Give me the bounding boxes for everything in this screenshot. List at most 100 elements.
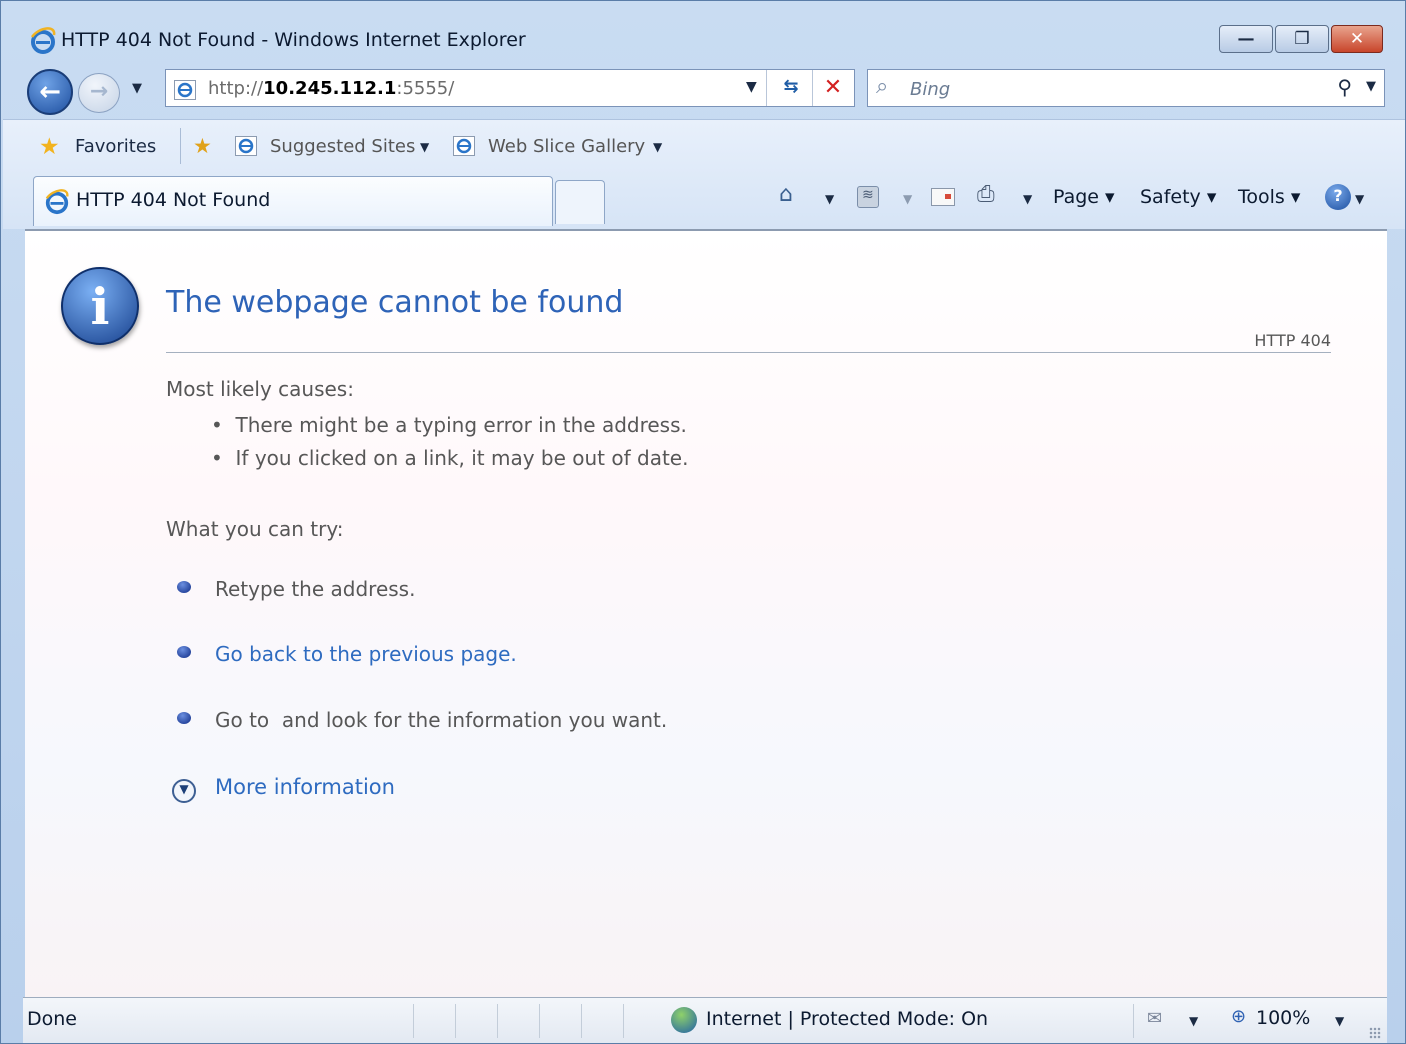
security-zone-text[interactable]: Internet | Protected Mode: On (706, 1008, 988, 1030)
feeds-dropdown[interactable]: ▼ (903, 192, 912, 206)
zone-dropdown[interactable]: ▼ (1189, 1014, 1198, 1028)
page-content: i The webpage cannot be found HTTP 404 M… (25, 229, 1387, 997)
try-item-retype: Retype the address. (215, 577, 416, 601)
status-divider (539, 1004, 540, 1038)
go-back-link[interactable]: Go back to the previous page. (215, 642, 517, 666)
page-menu[interactable]: Page ▾ (1053, 186, 1115, 208)
http-status-code: HTTP 404 (1254, 331, 1331, 350)
try-bullet-icon (177, 581, 191, 593)
status-divider (1133, 1004, 1134, 1038)
search-options-dropdown[interactable]: ▼ (1366, 79, 1376, 94)
cause-bullet: • (211, 413, 223, 437)
favorites-separator (180, 128, 181, 164)
address-bar[interactable]: http://10.245.112.1:5555/ ▼ ⇆ ✕ (165, 69, 855, 107)
suggested-sites-dropdown[interactable]: ▼ (420, 140, 429, 154)
status-divider (497, 1004, 498, 1038)
title-bar: HTTP 404 Not Found - Windows Internet Ex… (1, 1, 1405, 65)
status-divider (623, 1004, 624, 1038)
restore-button[interactable]: ❐ (1275, 25, 1329, 53)
status-text: Done (27, 1008, 77, 1030)
home-icon[interactable]: ⌂ (779, 182, 793, 207)
status-divider (455, 1004, 456, 1038)
suggested-sites-link[interactable]: Suggested Sites (270, 136, 415, 157)
address-separator (812, 70, 813, 106)
help-icon[interactable]: ? (1325, 184, 1351, 210)
close-button[interactable]: ✕ (1331, 25, 1383, 53)
help-glyph: ? (1333, 186, 1343, 205)
cause-item: • There might be a typing error in the a… (211, 413, 687, 437)
internet-zone-globe-icon (671, 1007, 697, 1033)
web-slice-gallery-dropdown[interactable]: ▼ (653, 140, 662, 154)
ie-window: HTTP 404 Not Found - Windows Internet Ex… (0, 0, 1406, 1044)
page-title: The webpage cannot be found (166, 285, 624, 320)
minimize-icon: — (1237, 29, 1255, 49)
more-information-link[interactable]: More information (215, 775, 395, 799)
causes-heading: Most likely causes: (166, 377, 354, 401)
favorites-star-icon[interactable]: ★ (39, 134, 60, 160)
window-controls: — ❐ ✕ (1217, 25, 1383, 53)
favorites-button[interactable]: Favorites (75, 136, 156, 157)
zoom-dropdown[interactable]: ▼ (1335, 1014, 1344, 1028)
print-icon[interactable]: ⎙ (977, 182, 995, 207)
search-provider-icon: ⌕ (876, 74, 889, 99)
home-dropdown[interactable]: ▼ (825, 192, 834, 206)
tab-title: HTTP 404 Not Found (76, 189, 271, 211)
resize-grip[interactable] (1369, 1027, 1381, 1039)
close-icon: ✕ (1349, 29, 1365, 49)
status-bar: Done Internet | Protected Mode: On ✉ ▼ ⊕… (23, 997, 1387, 1043)
navigation-bar: ← → ▼ http://10.245.112.1:5555/ ▼ ⇆ ✕ ⌕ … (1, 65, 1405, 115)
cause-text: There might be a typing error in the add… (235, 413, 687, 437)
restore-icon: ❐ (1294, 29, 1310, 49)
safety-menu[interactable]: Safety ▾ (1140, 186, 1216, 208)
forward-arrow-icon: → (89, 79, 109, 104)
address-host: 10.245.112.1 (263, 78, 397, 99)
address-input[interactable]: http://10.245.112.1:5555/ (208, 78, 454, 99)
web-slice-gallery-link[interactable]: Web Slice Gallery (488, 136, 645, 157)
page-ie-icon (174, 80, 196, 100)
protected-mode-icon[interactable]: ✉ (1147, 1008, 1162, 1029)
status-divider (581, 1004, 582, 1038)
favorites-bar: ★ Favorites ★ Suggested Sites ▼ Web Slic… (3, 120, 1405, 174)
recent-pages-dropdown[interactable]: ▼ (132, 81, 142, 96)
web-slice-gallery-icon (453, 136, 475, 156)
tab-ie-icon (45, 189, 69, 215)
zoom-icon[interactable]: ⊕ (1231, 1006, 1246, 1027)
address-suffix: :5555/ (396, 78, 455, 99)
search-box[interactable]: ⌕ Bing ⚲ ▼ (867, 69, 1385, 107)
minimize-button[interactable]: — (1219, 25, 1273, 53)
tools-menu[interactable]: Tools ▾ (1238, 186, 1300, 208)
tab-http-404[interactable]: HTTP 404 Not Found (33, 176, 553, 226)
search-go-icon[interactable]: ⚲ (1337, 75, 1352, 99)
stop-button[interactable]: ✕ (816, 75, 850, 100)
print-dropdown[interactable]: ▼ (1023, 192, 1032, 206)
zoom-level[interactable]: 100% (1256, 1007, 1310, 1029)
command-area: ★ Favorites ★ Suggested Sites ▼ Web Slic… (3, 119, 1405, 229)
new-tab-button[interactable] (555, 180, 605, 224)
search-input[interactable]: Bing (910, 79, 950, 100)
ie-logo-icon (30, 27, 56, 54)
address-prefix: http:// (208, 78, 264, 99)
try-bullet-icon (177, 712, 191, 724)
title-divider (166, 352, 1331, 353)
address-dropdown[interactable]: ▼ (746, 79, 757, 95)
refresh-button[interactable]: ⇆ (774, 76, 808, 97)
try-heading: What you can try: (166, 517, 344, 541)
cause-bullet: • (211, 446, 223, 470)
cause-text: If you clicked on a link, it may be out … (235, 446, 689, 470)
cause-item: • If you clicked on a link, it may be ou… (211, 446, 688, 470)
read-mail-icon[interactable] (931, 188, 955, 206)
back-arrow-icon: ← (39, 77, 61, 107)
expand-chevron-icon[interactable]: ▼ (172, 779, 196, 803)
window-title: HTTP 404 Not Found - Windows Internet Ex… (61, 29, 526, 51)
feeds-icon[interactable]: ≋ (857, 186, 879, 208)
try-item-go-to: Go to and look for the information you w… (215, 708, 668, 732)
try-bullet-icon (177, 646, 191, 658)
back-button[interactable]: ← (27, 69, 73, 115)
status-divider (413, 1004, 414, 1038)
forward-button[interactable]: → (78, 73, 120, 113)
info-icon: i (61, 267, 139, 345)
suggested-sites-icon (235, 136, 257, 156)
address-separator (766, 70, 767, 106)
add-to-favorites-bar-icon[interactable]: ★ (193, 134, 212, 158)
help-dropdown[interactable]: ▼ (1355, 192, 1364, 206)
